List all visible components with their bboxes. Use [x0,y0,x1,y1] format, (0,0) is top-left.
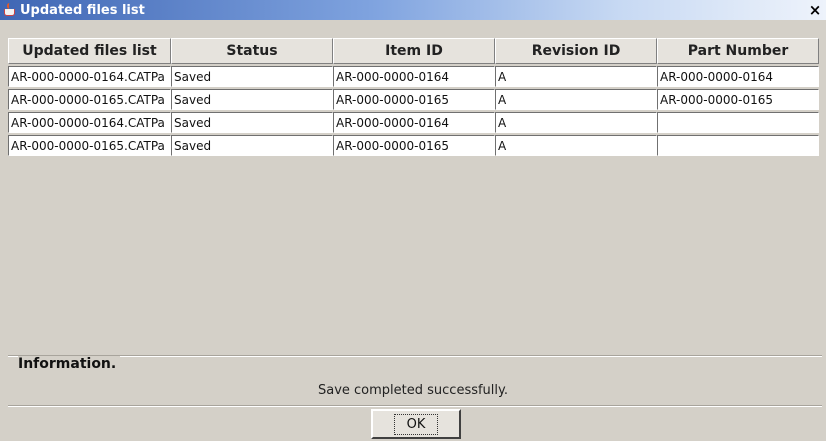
table-body: AR-000-0000-0164.CATPa Saved AR-000-0000… [8,66,819,158]
cell-revision-id[interactable]: A [495,135,657,156]
cell-item-id[interactable]: AR-000-0000-0164 [333,112,495,133]
ok-button[interactable]: OK [371,409,461,439]
cell-item-id[interactable]: AR-000-0000-0164 [333,66,495,87]
table-row[interactable]: AR-000-0000-0164.CATPa Saved AR-000-0000… [8,66,819,88]
cell-file[interactable]: AR-000-0000-0164.CATPa [8,112,171,133]
cell-part-number[interactable]: AR-000-0000-0165 [657,89,819,110]
cell-part-number[interactable] [657,112,819,133]
column-header-revision-id[interactable]: Revision ID [495,38,657,64]
cell-revision-id[interactable]: A [495,112,657,133]
status-message: Save completed successfully. [317,383,508,398]
table-row[interactable]: AR-000-0000-0165.CATPa Saved AR-000-0000… [8,89,819,111]
cell-revision-id[interactable]: A [495,66,657,87]
cell-part-number[interactable]: AR-000-0000-0164 [657,66,819,87]
cell-item-id[interactable]: AR-000-0000-0165 [333,89,495,110]
cell-file[interactable]: AR-000-0000-0164.CATPa [8,66,171,87]
column-header-item-id[interactable]: Item ID [333,38,495,64]
column-header-part-number[interactable]: Part Number [657,38,819,64]
ok-button-label: OK [393,413,439,435]
cell-revision-id[interactable]: A [495,89,657,110]
window-title: Updated files list [20,2,145,18]
cell-part-number[interactable] [657,135,819,156]
button-divider [8,405,822,407]
table-row[interactable]: AR-000-0000-0164.CATPa Saved AR-000-0000… [8,112,819,134]
information-divider [8,355,822,357]
title-bar: Updated files list × [0,0,826,20]
cell-file[interactable]: AR-000-0000-0165.CATPa [8,89,171,110]
column-header-status[interactable]: Status [171,38,333,64]
column-header-updated-files-list[interactable]: Updated files list [8,38,171,64]
table-header: Updated files list Status Item ID Revisi… [8,38,819,64]
java-cup-icon [2,3,16,17]
cell-status[interactable]: Saved [171,89,333,110]
cell-status[interactable]: Saved [171,135,333,156]
cell-status[interactable]: Saved [171,66,333,87]
cell-status[interactable]: Saved [171,112,333,133]
table-row[interactable]: AR-000-0000-0165.CATPa Saved AR-000-0000… [8,135,819,157]
close-button[interactable]: × [806,1,824,19]
information-label: Information. [18,356,121,372]
cell-file[interactable]: AR-000-0000-0165.CATPa [8,135,171,156]
cell-item-id[interactable]: AR-000-0000-0165 [333,135,495,156]
